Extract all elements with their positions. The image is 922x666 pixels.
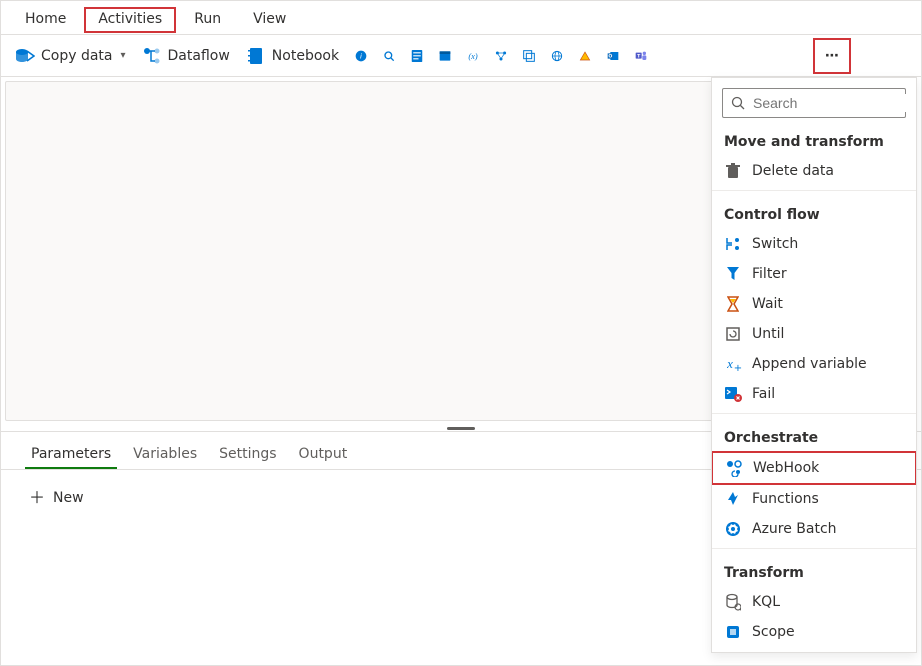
- more-activities-button[interactable]: ⋯: [813, 38, 851, 74]
- wait-icon: [724, 295, 742, 313]
- menu-search[interactable]: [722, 88, 906, 118]
- kql-icon: [724, 593, 742, 611]
- menu-item-filter[interactable]: Filter: [712, 259, 916, 289]
- menu-label: Wait: [752, 296, 783, 312]
- web-icon[interactable]: [547, 46, 567, 66]
- dataflow-label: Dataflow: [168, 48, 230, 64]
- chevron-down-icon: ▾: [121, 50, 126, 61]
- script-icon[interactable]: [407, 46, 427, 66]
- pipeline-icon[interactable]: [491, 46, 511, 66]
- toolbar: Copy data ▾ Dataflow Notebook i (x) O T …: [1, 35, 921, 77]
- functions-icon: [724, 490, 742, 508]
- section-orchestrate: Orchestrate: [712, 418, 916, 452]
- notebook-button[interactable]: Notebook: [242, 44, 343, 68]
- tab-activities[interactable]: Activities: [84, 7, 176, 33]
- scope-icon: [724, 623, 742, 641]
- azure-batch-icon: [724, 520, 742, 538]
- svg-text:x: x: [726, 356, 733, 371]
- main-area: Parameters Variables Settings Output ＋ N…: [1, 77, 921, 665]
- section-transform: Transform: [712, 553, 916, 587]
- top-tabs: Home Activities Run View: [1, 1, 921, 35]
- dataflow-button[interactable]: Dataflow: [138, 44, 234, 68]
- menu-label: Azure Batch: [752, 521, 837, 537]
- divider: [712, 190, 916, 191]
- menu-item-functions[interactable]: Functions: [712, 484, 916, 514]
- btab-settings[interactable]: Settings: [213, 442, 282, 469]
- menu-item-switch[interactable]: Switch: [712, 229, 916, 259]
- info-icon[interactable]: i: [351, 46, 371, 66]
- menu-label: Filter: [752, 266, 787, 282]
- new-parameter-button[interactable]: ＋ New: [29, 490, 84, 506]
- menu-item-azure-batch[interactable]: Azure Batch: [712, 514, 916, 544]
- app-root: Home Activities Run View Copy data ▾ Dat…: [0, 0, 922, 666]
- svg-text:(x): (x): [468, 52, 478, 61]
- stored-proc-icon[interactable]: [435, 46, 455, 66]
- plus-icon: ＋: [29, 490, 45, 506]
- menu-label: WebHook: [753, 460, 819, 476]
- btab-output[interactable]: Output: [293, 442, 354, 469]
- svg-text:O: O: [608, 53, 612, 59]
- btab-parameters[interactable]: Parameters: [25, 442, 117, 469]
- search-icon: [731, 94, 745, 112]
- section-move-transform: Move and transform: [712, 122, 916, 156]
- until-icon: [724, 325, 742, 343]
- copy-data-button[interactable]: Copy data ▾: [11, 44, 130, 68]
- menu-item-wait[interactable]: Wait: [712, 289, 916, 319]
- notebook-label: Notebook: [272, 48, 339, 64]
- tab-run[interactable]: Run: [180, 7, 235, 33]
- search-icon[interactable]: [379, 46, 399, 66]
- menu-item-scope[interactable]: Scope: [712, 617, 916, 647]
- semantic-model-icon[interactable]: [575, 46, 595, 66]
- menu-search-wrap: [712, 78, 916, 122]
- switch-icon: [724, 235, 742, 253]
- tab-home[interactable]: Home: [11, 7, 80, 33]
- fail-icon: [724, 385, 742, 403]
- webhook-icon: [725, 459, 743, 477]
- menu-item-fail[interactable]: Fail: [712, 379, 916, 409]
- menu-label: Functions: [752, 491, 819, 507]
- menu-item-webhook[interactable]: WebHook: [711, 451, 917, 485]
- menu-item-append-variable[interactable]: x+ Append variable: [712, 349, 916, 379]
- copy-data-label: Copy data: [41, 48, 113, 64]
- foreach-icon[interactable]: [519, 46, 539, 66]
- trash-icon: [724, 162, 742, 180]
- menu-label: Append variable: [752, 356, 867, 372]
- teams-icon[interactable]: T: [631, 46, 651, 66]
- menu-label: Fail: [752, 386, 775, 402]
- notebook-icon: [246, 46, 266, 66]
- divider: [712, 548, 916, 549]
- menu-item-kql[interactable]: KQL: [712, 587, 916, 617]
- new-label: New: [53, 490, 84, 506]
- menu-label: Until: [752, 326, 784, 342]
- outlook-icon[interactable]: O: [603, 46, 623, 66]
- menu-search-input[interactable]: [751, 94, 917, 112]
- menu-item-until[interactable]: Until: [712, 319, 916, 349]
- dataflow-icon: [142, 46, 162, 66]
- btab-variables[interactable]: Variables: [127, 442, 203, 469]
- divider: [712, 413, 916, 414]
- menu-label: Switch: [752, 236, 798, 252]
- append-variable-icon: x+: [724, 355, 742, 373]
- copy-data-icon: [15, 46, 35, 66]
- menu-label: Delete data: [752, 163, 834, 179]
- section-control-flow: Control flow: [712, 195, 916, 229]
- filter-icon: [724, 265, 742, 283]
- menu-label: KQL: [752, 594, 780, 610]
- activities-menu: Move and transform Delete data Control f…: [711, 77, 917, 653]
- menu-item-delete-data[interactable]: Delete data: [712, 156, 916, 186]
- variable-icon[interactable]: (x): [463, 46, 483, 66]
- svg-text:+: +: [734, 363, 742, 372]
- menu-label: Scope: [752, 624, 795, 640]
- tab-view[interactable]: View: [239, 7, 300, 33]
